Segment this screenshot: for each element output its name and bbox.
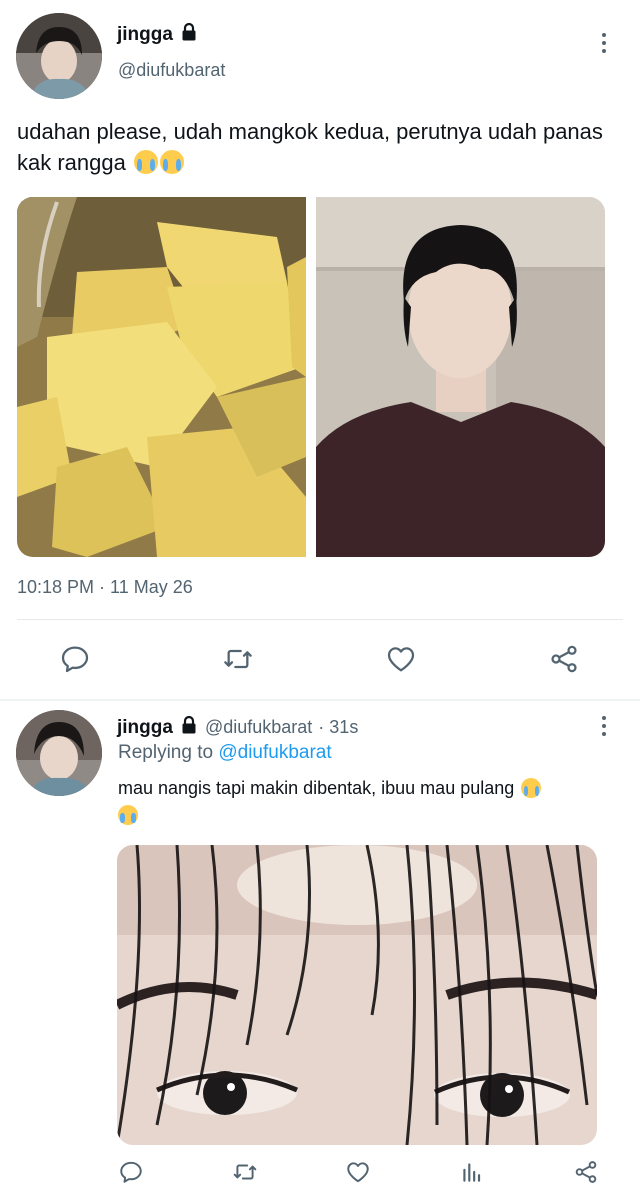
user-handle[interactable]: @diufukbarat (205, 717, 312, 738)
tweet-timestamp[interactable]: 10:18 PM · 11 May 26 (17, 577, 193, 598)
tweet-text-content: udahan please, udah mangkok kedua, perut… (17, 119, 603, 175)
lock-icon (179, 715, 199, 740)
reply-image[interactable] (117, 845, 597, 1145)
reply-time: · 31s (318, 717, 359, 737)
more-vertical-icon[interactable] (602, 33, 608, 57)
reply-icon[interactable] (59, 643, 91, 675)
reply-text-content: mau nangis tapi makin dibentak, ibuu mau… (118, 778, 515, 798)
display-name[interactable]: jingga (117, 717, 173, 739)
tweet-text: udahan please, udah mangkok kedua, perut… (17, 116, 617, 178)
share-icon[interactable] (573, 1159, 599, 1185)
retweet-icon[interactable] (231, 1159, 259, 1185)
replying-to-link[interactable]: @diufukbarat (218, 742, 331, 763)
reply-text: mau nangis tapi makin dibentak, ibuu mau… (118, 775, 618, 829)
display-name[interactable]: jingga (117, 24, 173, 46)
avatar[interactable] (16, 710, 102, 796)
reply-icon[interactable] (118, 1159, 144, 1185)
loudly-crying-emoji-icon (118, 805, 138, 825)
analytics-icon[interactable] (459, 1159, 485, 1185)
retweet-icon[interactable] (221, 643, 255, 675)
heart-icon[interactable] (385, 643, 417, 675)
tweet-image-portrait[interactable] (316, 197, 605, 557)
share-icon[interactable] (548, 643, 580, 675)
heart-icon[interactable] (345, 1159, 371, 1185)
divider (17, 619, 623, 620)
loudly-crying-emoji-icon (133, 150, 158, 174)
section-divider (0, 699, 640, 701)
tweet-image-pineapple[interactable] (17, 197, 306, 557)
replying-to: Replying to @diufukbarat (118, 742, 332, 764)
user-handle[interactable]: @diufukbarat (118, 60, 225, 81)
loudly-crying-emoji-icon (521, 778, 542, 798)
lock-icon (179, 22, 199, 47)
loudly-crying-emoji-icon (159, 150, 184, 174)
replying-to-prefix: Replying to (118, 742, 214, 763)
more-vertical-icon[interactable] (602, 716, 608, 740)
avatar[interactable] (16, 13, 102, 99)
